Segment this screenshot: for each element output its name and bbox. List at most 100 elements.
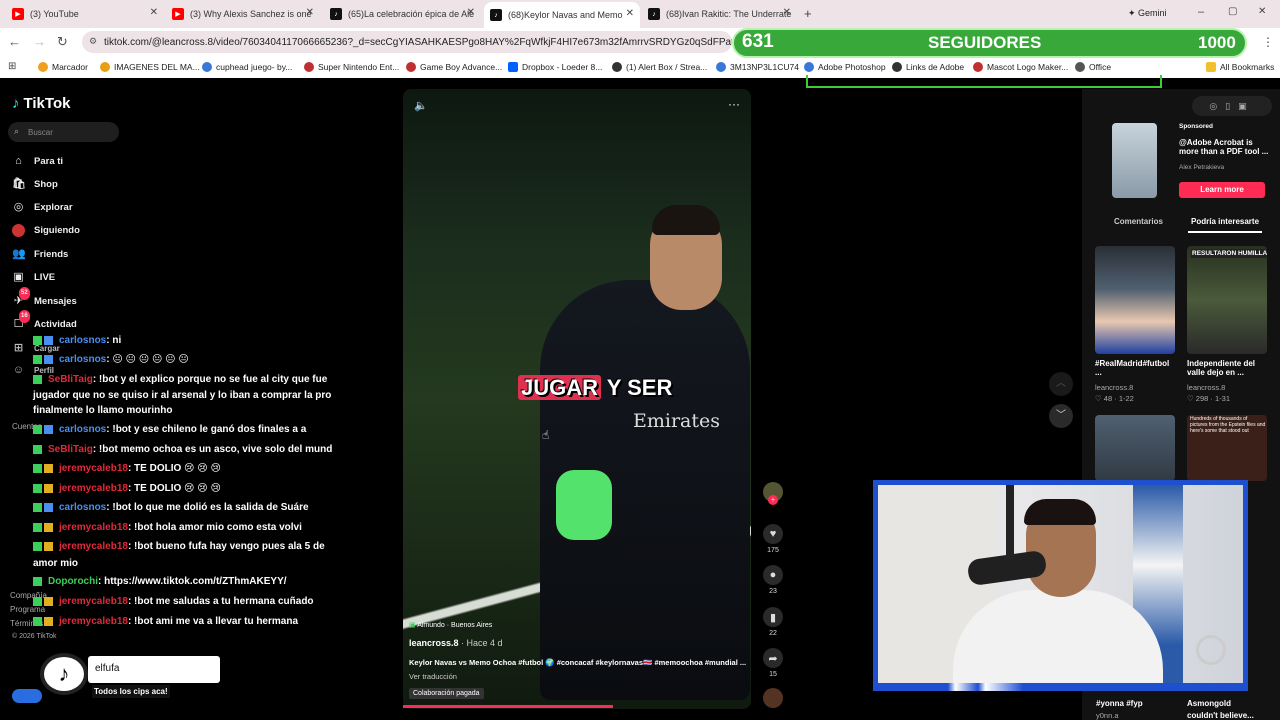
bookmark-item[interactable]: Dropbox - Loeder 8...	[508, 62, 602, 72]
paid-partnership-badge: Colaboración pagada	[409, 688, 484, 699]
chat-input[interactable]: elfufa	[88, 656, 220, 683]
forward-icon[interactable]: →	[33, 34, 46, 49]
tiktok-logo[interactable]: ♪ TikTok	[12, 95, 70, 112]
search-input[interactable]: ⌕ Buscar	[8, 122, 119, 142]
more-options-icon[interactable]: ···	[728, 97, 740, 111]
tab-comentarios[interactable]: Comentarios	[1114, 217, 1163, 226]
translate-link[interactable]: Ver traducción	[409, 672, 457, 681]
new-tab-button[interactable]: +	[804, 6, 812, 21]
bookmark-item[interactable]: Links de Adobe	[892, 62, 964, 72]
badge-icon	[33, 444, 42, 454]
maximize-button[interactable]: ▢	[1228, 6, 1237, 17]
learn-more-button[interactable]: Learn more	[1179, 182, 1265, 198]
card-title[interactable]: Independiente del valle dejo en ...	[1187, 359, 1269, 377]
search-icon: ⌕	[14, 126, 20, 136]
bookmark-item[interactable]: cuphead juego- by...	[202, 62, 292, 72]
author-avatar[interactable]: +	[763, 482, 783, 505]
tab-youtube[interactable]: ▶ (3) YouTube ✕	[12, 4, 158, 24]
nav-actividad[interactable]: ☐ 16 Actividad	[12, 310, 77, 331]
nav-explorar[interactable]: ◎ Explorar	[12, 201, 73, 214]
ad-thumbnail[interactable]	[1112, 123, 1157, 198]
video-author[interactable]: leancross.8 · Hace 4 d	[409, 638, 503, 648]
bookmark-item[interactable]: Office	[1075, 62, 1111, 72]
chat-message: carlosnos: ni	[33, 335, 121, 346]
follow-plus-icon[interactable]: +	[768, 495, 778, 505]
badge-icon	[44, 541, 53, 551]
panel-controls[interactable]: ◎▯▣	[1192, 96, 1272, 116]
nav-friends[interactable]: 👥 Friends	[12, 248, 68, 261]
tab-podria-interesarte[interactable]: Podría interesarte	[1191, 217, 1259, 226]
cursor-icon: ☝	[542, 428, 550, 442]
close-icon[interactable]: ✕	[306, 7, 314, 18]
inbox-icon: ☐ 16	[12, 310, 30, 331]
bookmark-item[interactable]: Marcador	[38, 62, 88, 72]
close-icon[interactable]: ✕	[150, 7, 158, 18]
nav-mensajes[interactable]: ✈ 52 Mensajes	[12, 287, 77, 308]
close-icon[interactable]: ✕	[467, 7, 475, 18]
menu-icon[interactable]: ⋮	[1262, 35, 1274, 49]
badge-icon	[44, 522, 53, 532]
badge-icon	[44, 335, 53, 345]
all-bookmarks[interactable]: All Bookmarks	[1206, 62, 1274, 72]
recommended-thumbnail[interactable]	[1095, 246, 1175, 354]
card-title[interactable]: #RealMadrid#futbol ...	[1095, 359, 1175, 377]
tab-alexis[interactable]: ▶ (3) Why Alexis Sanchez is one o ✕	[172, 4, 314, 24]
comment-button[interactable]: ● 23	[763, 565, 783, 595]
previous-video-button[interactable]: ︿	[1049, 372, 1073, 396]
ad-author: Alex Petrakieva	[1179, 164, 1225, 171]
bookmark-item[interactable]: IMAGENES DEL MA...	[100, 62, 200, 72]
chat-message: SeBliTaig: !bot y el explico porque no s…	[33, 374, 327, 385]
recommended-thumbnail[interactable]	[1095, 415, 1175, 481]
folder-icon	[1206, 62, 1216, 72]
address-bar[interactable]: ⚙ tiktok.com/@leancross.8/video/76034041…	[82, 31, 732, 53]
recommended-thumbnail[interactable]: Hundreds of thousands of pictures from t…	[1187, 415, 1267, 481]
nav-para-ti[interactable]: ⌂ Para ti	[12, 155, 63, 168]
card-title[interactable]: #yonna #fyp	[1096, 699, 1143, 708]
badge-icon	[33, 502, 42, 512]
like-button[interactable]: ♥ 175	[763, 524, 783, 554]
badge-icon	[33, 335, 42, 345]
toggle[interactable]	[12, 689, 42, 703]
bookmark-item[interactable]: Mascot Logo Maker...	[973, 62, 1068, 72]
close-icon[interactable]: ✕	[783, 7, 791, 18]
reload-icon[interactable]: ↻	[57, 34, 68, 50]
bookmark-item[interactable]: Adobe Photoshop	[804, 62, 886, 72]
watermark-logo	[1196, 635, 1226, 665]
sound-disc[interactable]	[763, 688, 783, 711]
bookmark-item[interactable]: Super Nintendo Ent...	[304, 62, 399, 72]
save-button[interactable]: ▮ 22	[763, 607, 783, 637]
share-button[interactable]: ➦ 15	[763, 648, 783, 678]
chat-message: jeremycaleb18: TE DOLIO 😢 😢 😢	[33, 483, 221, 494]
nav-shop[interactable]: 🛍 Shop	[12, 178, 58, 191]
video-caption: JUGAR Y SER	[518, 375, 672, 401]
badge-icon	[33, 374, 42, 384]
bookmark-item[interactable]: 3M13NP3L1CU74	[716, 62, 799, 72]
tab-rakitic[interactable]: ♪ (68)Ivan Rakitic: The Underrate ✕	[648, 4, 791, 24]
tiktok-icon: ♪	[12, 95, 20, 112]
volume-icon[interactable]: 🔈	[414, 99, 428, 112]
video-progress[interactable]	[403, 705, 613, 708]
bookmark-icon	[202, 62, 212, 72]
active-tab-indicator	[1188, 231, 1262, 233]
back-icon[interactable]: ←	[8, 34, 21, 49]
minimize-button[interactable]: –	[1198, 6, 1204, 18]
gemini-button[interactable]: ✦ Gemini	[1128, 8, 1167, 19]
recommended-thumbnail[interactable]: RESULTARON HUMILLADOS	[1187, 246, 1267, 354]
site-info-icon[interactable]: ⚙	[89, 36, 97, 47]
chat-message: jeremycaleb18: !bot hola amor mio como e…	[33, 522, 302, 533]
nav-siguiendo[interactable]: Siguiendo	[12, 224, 80, 237]
tab-keylor[interactable]: ♪ (68)Keylor Navas and Memo ✕	[484, 2, 640, 28]
nav-live[interactable]: ▣ LIVE	[12, 271, 55, 284]
tab-celebracion[interactable]: ♪ (65)La celebración épica de Ale ✕	[330, 4, 475, 24]
chat-message: carlosnos: !bot lo que me dolió es la sa…	[33, 502, 309, 513]
close-icon[interactable]: ✕	[626, 8, 634, 19]
next-video-button[interactable]: ﹀	[1049, 404, 1073, 428]
card-title[interactable]: Asmongold	[1187, 699, 1231, 708]
ad-title[interactable]: @Adobe Acrobat is more than a PDF tool .…	[1179, 138, 1271, 156]
bookmark-item[interactable]: (1) Alert Box / Strea...	[612, 62, 707, 72]
bookmark-item[interactable]: Game Boy Advance...	[406, 62, 502, 72]
share-icon: ➦	[763, 648, 783, 668]
apps-icon[interactable]: ⊞	[8, 61, 16, 72]
video-description: Keylor Navas vs Memo Ochoa #futbol 🌍 #co…	[409, 658, 747, 667]
window-close-button[interactable]: ✕	[1258, 6, 1266, 17]
